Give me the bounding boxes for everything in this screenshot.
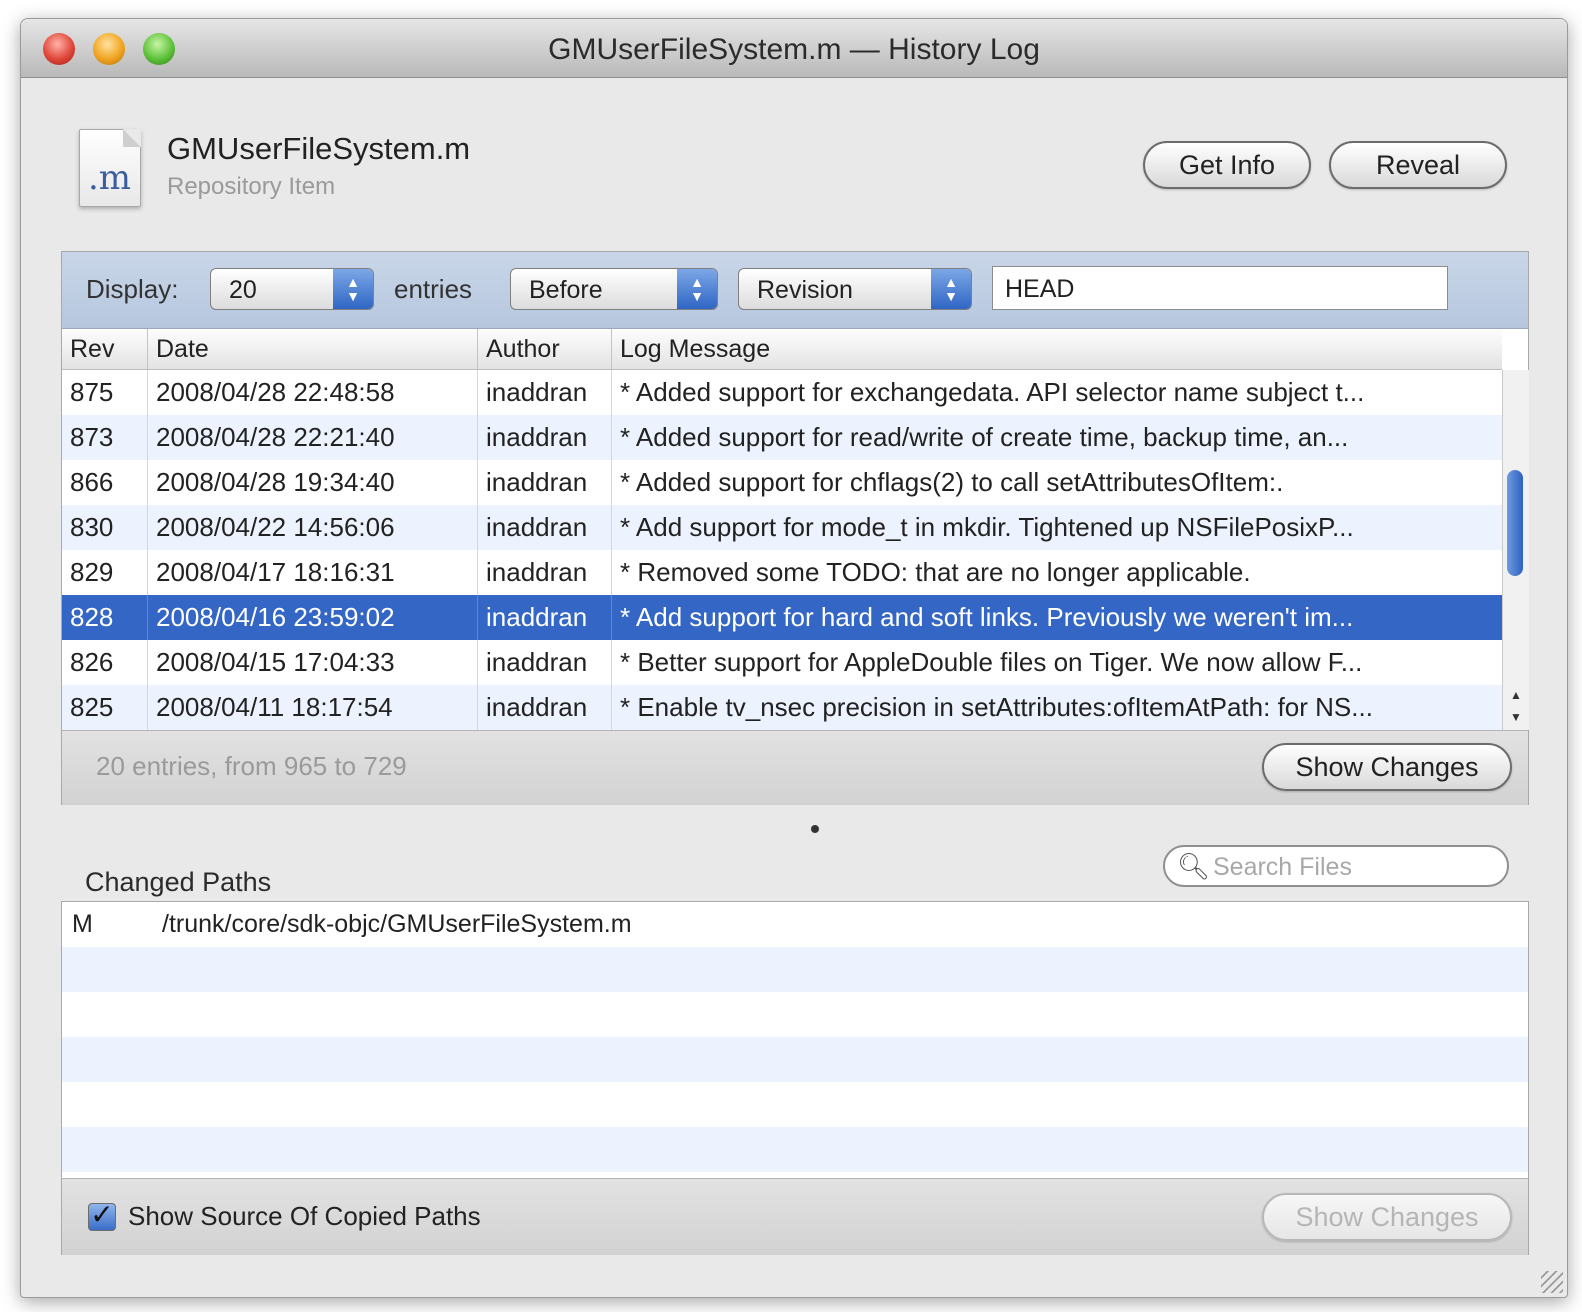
rev-cell: 825 <box>62 685 148 730</box>
table-row-selected[interactable]: 828 2008/04/16 23:59:02 inaddran * Add s… <box>62 595 1502 640</box>
rev-cell: 826 <box>62 640 148 685</box>
message-cell: * Added support for chflags(2) to call s… <box>620 467 1284 497</box>
revision-type-value: Revision <box>757 276 853 304</box>
display-label: Display: <box>86 274 179 304</box>
table-row[interactable]: 830 2008/04/22 14:56:06 inaddran * Add s… <box>62 505 1502 550</box>
relation-value: Before <box>529 276 603 304</box>
entries-status: 20 entries, from 965 to 729 <box>96 751 407 781</box>
scroll-thumb[interactable] <box>1507 470 1523 576</box>
rev-cell: 829 <box>62 550 148 595</box>
item-name: GMUserFileSystem.m <box>167 131 471 166</box>
message-cell: * Added support for exchangedata. API se… <box>620 377 1365 407</box>
entry-count-value: 20 <box>229 276 257 304</box>
log-footer: 20 entries, from 965 to 729 Show Changes <box>62 730 1528 805</box>
message-cell: * Enable tv_nsec precision in setAttribu… <box>620 692 1373 722</box>
table-row[interactable]: 866 2008/04/28 19:34:40 inaddran * Added… <box>62 460 1502 505</box>
author-cell: inaddran <box>478 415 612 460</box>
author-cell: inaddran <box>478 685 612 730</box>
date-cell: 2008/04/15 17:04:33 <box>148 640 478 685</box>
table-row[interactable]: 873 2008/04/28 22:21:40 inaddran * Added… <box>62 415 1502 460</box>
date-cell: 2008/04/28 19:34:40 <box>148 460 478 505</box>
show-source-checkbox[interactable]: ✓ <box>88 1201 116 1231</box>
rev-cell: 830 <box>62 505 148 550</box>
changed-paths-label: Changed Paths <box>85 867 272 897</box>
source-file-icon: .m <box>79 129 141 207</box>
scroll-up-arrow-icon[interactable]: ▲ <box>1503 684 1529 706</box>
log-scrollbar[interactable]: ▲ ▼ <box>1502 370 1529 730</box>
date-cell: 2008/04/16 23:59:02 <box>148 595 478 640</box>
rev-cell: 866 <box>62 460 148 505</box>
show-changes-button[interactable]: Show Changes <box>1262 743 1512 791</box>
author-cell: inaddran <box>478 370 612 415</box>
author-cell: inaddran <box>478 640 612 685</box>
changed-paths-panel: M /trunk/core/sdk-objc/GMUserFileSystem.… <box>61 901 1529 1255</box>
show-source-label[interactable]: Show Source Of Copied Paths <box>128 1201 481 1232</box>
scroll-down-arrow-icon[interactable]: ▼ <box>1503 706 1529 728</box>
author-cell: inaddran <box>478 595 612 640</box>
column-header-log-message[interactable]: Log Message <box>612 329 1502 369</box>
entry-count-select[interactable]: 20 ▲ ▼ <box>210 268 374 310</box>
get-info-button[interactable]: Get Info <box>1143 141 1311 189</box>
message-cell: * Add support for hard and soft links. P… <box>620 602 1354 632</box>
column-header-date[interactable]: Date <box>148 329 478 369</box>
rev-cell: 875 <box>62 370 148 415</box>
date-cell: 2008/04/28 22:48:58 <box>148 370 478 415</box>
item-kind: Repository Item <box>167 173 336 200</box>
rev-cell: 828 <box>62 595 148 640</box>
author-cell: inaddran <box>478 460 612 505</box>
log-table-body: 875 2008/04/28 22:48:58 inaddran * Added… <box>62 370 1502 730</box>
updown-arrows-icon: ▲ ▼ <box>931 269 971 309</box>
window-title: GMUserFileSystem.m — History Log <box>548 33 1040 66</box>
revision-field[interactable]: HEAD <box>992 266 1448 310</box>
empty-row <box>62 947 1528 992</box>
filter-bar: Display: 20 ▲ ▼ entries Before ▲ ▼ Revisio… <box>62 252 1528 329</box>
reveal-button[interactable]: Reveal <box>1329 141 1507 189</box>
author-cell: inaddran <box>478 550 612 595</box>
search-files-field[interactable]: 🔍︎ <box>1163 845 1509 887</box>
show-changes-paths-button[interactable]: Show Changes <box>1262 1193 1512 1241</box>
search-icon: 🔍︎ <box>1177 851 1211 881</box>
message-cell: * Added support for read/write of create… <box>620 422 1349 452</box>
author-cell: inaddran <box>478 505 612 550</box>
updown-arrows-icon: ▲ ▼ <box>333 269 373 309</box>
empty-row <box>62 992 1528 1037</box>
log-table-header: Rev Date Author Log Message <box>62 329 1502 370</box>
table-row[interactable]: 829 2008/04/17 18:16:31 inaddran * Remov… <box>62 550 1502 595</box>
history-log-window: GMUserFileSystem.m — History Log .m GMUs… <box>20 18 1568 1298</box>
date-cell: 2008/04/28 22:21:40 <box>148 415 478 460</box>
rev-cell: 873 <box>62 415 148 460</box>
table-row[interactable]: 875 2008/04/28 22:48:58 inaddran * Added… <box>62 370 1502 415</box>
revision-type-select[interactable]: Revision ▲ ▼ <box>738 268 972 310</box>
log-panel: Display: 20 ▲ ▼ entries Before ▲ ▼ Revisio… <box>61 251 1529 805</box>
column-header-rev[interactable]: Rev <box>62 329 148 369</box>
path-value: /trunk/core/sdk-objc/GMUserFileSystem.m <box>162 910 632 938</box>
entries-label: entries <box>394 274 473 304</box>
split-view-handle[interactable] <box>811 825 819 833</box>
updown-arrows-icon: ▲ ▼ <box>677 269 717 309</box>
empty-row <box>62 1127 1528 1172</box>
search-files-input[interactable] <box>1211 851 1495 883</box>
table-row[interactable]: 825 2008/04/11 18:17:54 inaddran * Enabl… <box>62 685 1502 730</box>
empty-row <box>62 1037 1528 1082</box>
message-cell: * Better support for AppleDouble files o… <box>620 647 1363 677</box>
path-action: M <box>72 910 93 938</box>
file-corner-fold <box>123 129 141 147</box>
column-header-author[interactable]: Author <box>478 329 612 369</box>
date-cell: 2008/04/11 18:17:54 <box>148 685 478 730</box>
table-row[interactable]: 826 2008/04/15 17:04:33 inaddran * Bette… <box>62 640 1502 685</box>
resize-grip-icon[interactable] <box>1541 1271 1563 1293</box>
message-cell: * Add support for mode_t in mkdir. Tight… <box>620 512 1354 542</box>
date-cell: 2008/04/17 18:16:31 <box>148 550 478 595</box>
empty-row <box>62 1082 1528 1127</box>
message-cell: * Removed some TODO: that are no longer … <box>620 557 1251 587</box>
file-extension-label: .m <box>88 158 132 198</box>
changed-paths-footer: ✓ Show Source Of Copied Paths Show Chang… <box>62 1178 1528 1255</box>
path-row[interactable]: M /trunk/core/sdk-objc/GMUserFileSystem.… <box>62 902 1528 947</box>
title-bar[interactable]: GMUserFileSystem.m — History Log <box>21 19 1567 78</box>
date-cell: 2008/04/22 14:56:06 <box>148 505 478 550</box>
relation-select[interactable]: Before ▲ ▼ <box>510 268 718 310</box>
